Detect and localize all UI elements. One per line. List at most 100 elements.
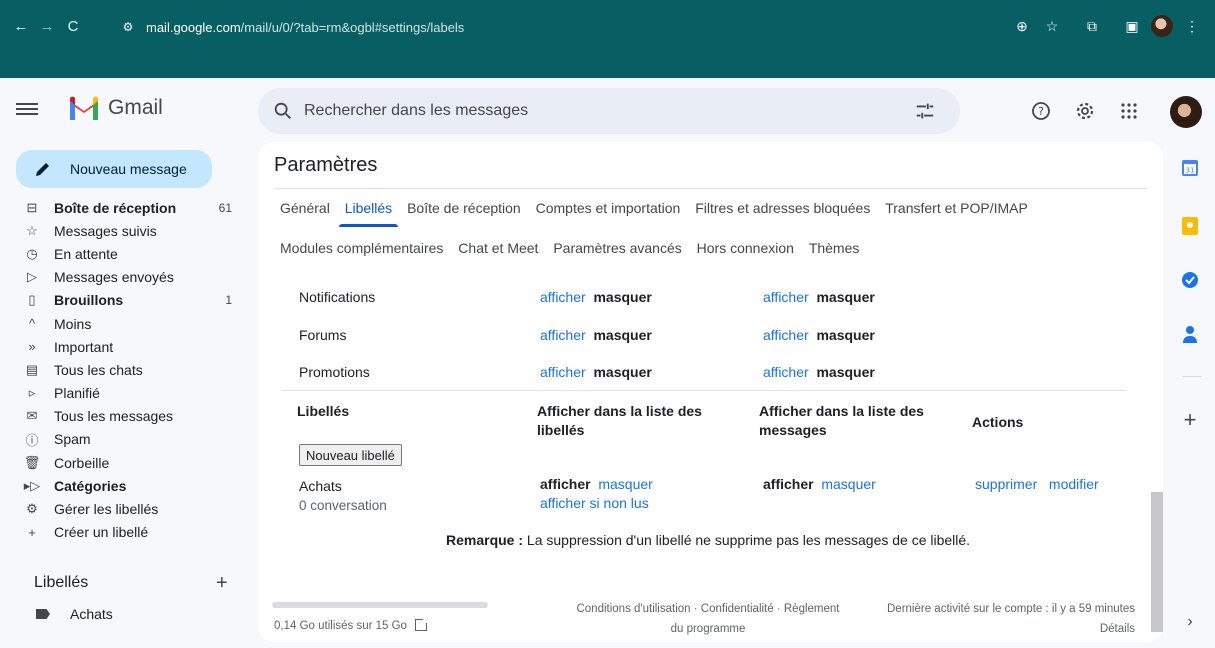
tab-inbox[interactable]: Boîte de réception (407, 200, 521, 216)
label-name: Achats (299, 478, 342, 494)
keep-icon[interactable] (1180, 216, 1200, 236)
sidebar-item-inbox[interactable]: ⊟ Boîte de réception 61 (18, 196, 242, 219)
zoom-icon[interactable]: ⊕ (1009, 13, 1035, 39)
show-in-message-list-link[interactable]: afficher (763, 327, 809, 343)
details-link[interactable]: Détails (887, 619, 1135, 639)
message-list-hide-link[interactable]: masquer (821, 476, 875, 492)
chevron-right-icon[interactable]: › (1180, 612, 1200, 632)
search-options-icon[interactable] (914, 100, 936, 122)
forward-arrow-icon[interactable]: → (34, 13, 60, 39)
settings-tabs-row2: Modules complémentaires Chat et Meet Par… (280, 240, 870, 256)
hide-in-label-list-text: masquer (593, 327, 652, 343)
tab-labels[interactable]: Libellés (338, 200, 399, 227)
add-label-plus-icon[interactable]: + (216, 572, 228, 595)
last-activity: Dernière activité sur le compte : il y a… (887, 599, 1135, 639)
show-in-label-list-link[interactable]: afficher (540, 327, 586, 343)
category-row-promotions: Promotions afficher masquer afficher mas… (299, 364, 875, 380)
add-addon-plus-icon[interactable]: + (1180, 407, 1200, 432)
new-label-button[interactable]: Nouveau libellé (299, 444, 402, 466)
label-row-achats: Achats 0 conversation afficher masquer a… (258, 476, 1138, 516)
sidebar-item-categories[interactable]: ▸▷ Catégories (18, 474, 242, 497)
col-header-actions: Actions (972, 414, 1024, 430)
horizontal-scrollbar[interactable] (272, 602, 488, 608)
terms-privacy-link[interactable]: Conditions d'utilisation · Confidentiali… (558, 599, 858, 619)
tab-chat-meet[interactable]: Chat et Meet (458, 240, 538, 256)
kebab-menu-icon[interactable]: ⋮ (1179, 13, 1205, 39)
draft-count: 1 (225, 293, 232, 308)
sidebar-item-important[interactable]: » Important (18, 335, 242, 358)
label-list-hide-link[interactable]: masquer (598, 476, 652, 492)
chat-icon: ▤ (25, 361, 39, 377)
calendar-icon[interactable]: 31 (1180, 158, 1200, 178)
delete-label-link[interactable]: supprimer (975, 476, 1037, 492)
bookmark-star-icon[interactable]: ☆ (1039, 13, 1065, 39)
account-avatar[interactable] (1170, 96, 1202, 128)
title-divider (274, 188, 1147, 189)
clock-icon: ◷ (26, 245, 38, 261)
search-input[interactable]: Rechercher dans les messages (304, 102, 528, 120)
sidebar-item-sent[interactable]: ▷ Messages envoyés (18, 266, 242, 289)
apps-grid-icon[interactable] (1116, 98, 1142, 124)
tab-forwarding-pop-imap[interactable]: Transfert et POP/IMAP (885, 200, 1028, 216)
category-row-forums: Forums afficher masquer afficher masquer (299, 327, 875, 343)
help-icon[interactable]: ? (1028, 98, 1054, 124)
tasks-icon[interactable] (1180, 270, 1200, 290)
label-outline-icon: ▸▷ (23, 477, 41, 493)
extensions-icon[interactable]: ⧉ (1079, 13, 1105, 39)
tab-general[interactable]: Général (280, 200, 330, 216)
program-policy-link[interactable]: du programme (558, 619, 858, 639)
sidebar-item-drafts[interactable]: ▯ Brouillons 1 (18, 289, 242, 312)
sidebar-item-create-label[interactable]: + Créer un libellé (18, 521, 242, 544)
compose-button[interactable]: Nouveau message (16, 150, 212, 188)
sidebar-item-scheduled[interactable]: ▹ Planifié (18, 382, 242, 405)
sidebar-item-manage-labels[interactable]: ⚙ Gérer les libellés (18, 497, 242, 520)
pencil-icon (36, 163, 49, 176)
sidebar-label-achats[interactable]: Achats (36, 606, 113, 622)
vertical-scrollbar[interactable] (1151, 492, 1163, 632)
side-panel-divider (1182, 376, 1202, 377)
message-list-show-text: afficher (763, 476, 814, 492)
reload-icon[interactable]: C (60, 13, 86, 39)
hide-in-message-list-text: masquer (816, 327, 875, 343)
search-icon[interactable] (272, 100, 294, 122)
sidebar-nav: ⊟ Boîte de réception 61 ☆ Messages suivis ◷… (18, 196, 242, 544)
tab-advanced[interactable]: Paramètres avancés (553, 240, 681, 256)
sidebar-item-trash[interactable]: 🗑 Corbeille (18, 451, 242, 474)
col-header-show-in-message-list: Afficher dans la liste des messages (759, 403, 924, 438)
open-external-icon[interactable] (414, 617, 429, 631)
side-panel-icon[interactable]: ▣ (1119, 13, 1145, 39)
label-conversation-count: 0 conversation (299, 498, 387, 513)
labels-heading: Libellés (34, 574, 89, 591)
tab-addons[interactable]: Modules complémentaires (280, 240, 443, 256)
show-in-message-list-link[interactable]: afficher (763, 364, 809, 380)
tab-themes[interactable]: Thèmes (809, 240, 860, 256)
show-in-label-list-link[interactable]: afficher (540, 289, 586, 305)
address-bar[interactable]: ⚙ mail.google.com/mail/u/0/?tab=rm&ogbl#… (118, 14, 465, 40)
search-bar[interactable]: Rechercher dans les messages (258, 88, 960, 134)
back-arrow-icon[interactable]: ← (8, 13, 34, 39)
label-list-show-unread-link[interactable]: afficher si non lus (540, 495, 649, 511)
main-menu-icon[interactable] (16, 100, 38, 118)
settings-gear-icon[interactable] (1072, 98, 1098, 124)
settings-tabs-row1: Général Libellés Boîte de réception Comp… (280, 200, 1039, 227)
contacts-icon[interactable] (1180, 324, 1200, 344)
site-info-icon[interactable]: ⚙ (118, 17, 138, 37)
show-in-message-list-link[interactable]: afficher (763, 289, 809, 305)
show-in-label-list-link[interactable]: afficher (540, 364, 586, 380)
sidebar-item-all-mail[interactable]: ✉ Tous les messages (18, 405, 242, 428)
label-list-show-text: afficher (540, 476, 591, 492)
tab-offline[interactable]: Hors connexion (697, 240, 794, 256)
sidebar-item-less[interactable]: ^ Moins (18, 312, 242, 335)
tab-accounts-import[interactable]: Comptes et importation (536, 200, 681, 216)
profile-avatar[interactable] (1149, 13, 1175, 39)
gmail-logo[interactable]: Gmail (68, 96, 163, 120)
edit-label-link[interactable]: modifier (1049, 476, 1099, 492)
gmail-m-icon (70, 96, 98, 120)
sidebar-item-spam[interactable]: ⓘ Spam (18, 428, 242, 451)
section-divider (282, 390, 1126, 391)
send-icon: ▷ (27, 269, 37, 285)
sidebar-item-chats[interactable]: ▤ Tous les chats (18, 358, 242, 381)
sidebar-item-starred[interactable]: ☆ Messages suivis (18, 219, 242, 242)
sidebar-item-snoozed[interactable]: ◷ En attente (18, 242, 242, 265)
tab-filters-blocked[interactable]: Filtres et adresses bloquées (695, 200, 870, 216)
